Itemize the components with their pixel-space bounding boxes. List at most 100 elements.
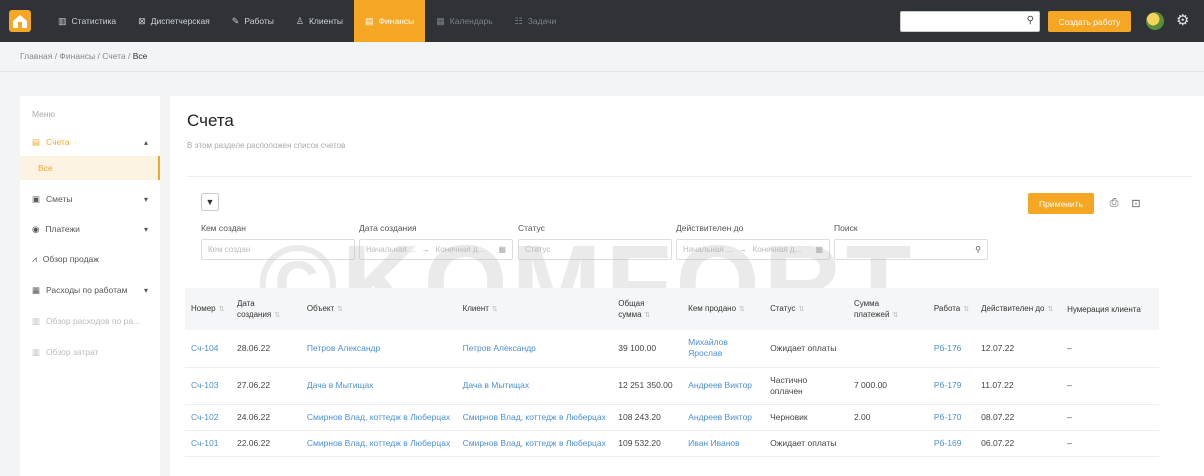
column-header[interactable]: Номер ⇅: [185, 288, 231, 330]
column-header[interactable]: Действителен до ⇅: [975, 288, 1062, 330]
table-cell: –: [1061, 330, 1159, 368]
global-search-input[interactable]: [901, 12, 1019, 31]
sidebar-item[interactable]: ⩘ Обзор продаж: [20, 247, 160, 271]
sidebar-item[interactable]: ▦ Расходы по работам ▾: [20, 278, 160, 302]
sort-icon[interactable]: ⇅: [274, 312, 280, 319]
nav-item-dispatch[interactable]: ⊠ Диспетчерская: [127, 0, 221, 42]
table-cell[interactable]: Рб-176: [927, 330, 976, 368]
global-search[interactable]: ⚲: [900, 11, 1040, 32]
table-cell[interactable]: Смирнов Влад, коттедж в Люберцах: [456, 430, 613, 457]
table-cell: –: [1061, 367, 1159, 405]
house-logo-icon[interactable]: [9, 10, 31, 32]
print-icon[interactable]: ⎙: [1105, 193, 1123, 213]
search-icon[interactable]: ⚲: [975, 245, 981, 254]
chevron-up-icon[interactable]: ▴: [144, 138, 148, 147]
created-date-start[interactable]: Начальная ...: [366, 245, 416, 254]
table-cell[interactable]: Смирнов Влад, коттедж в Люберцах: [300, 404, 457, 431]
status-select[interactable]: Статус: [518, 239, 672, 260]
sidebar-item[interactable]: ▣ Сметы ▾: [20, 187, 160, 211]
chevron-down-icon[interactable]: ▾: [144, 195, 148, 204]
column-header[interactable]: Дата создания ⇅: [230, 288, 301, 330]
calendar-icon[interactable]: ▦: [498, 245, 506, 254]
table-cell: 11.07.22: [975, 367, 1062, 405]
table-cell[interactable]: Сч-104: [185, 330, 231, 368]
column-header[interactable]: Работа ⇅: [927, 288, 976, 330]
sidebar-item[interactable]: ▤ Счета ▴: [20, 130, 160, 154]
nav-item-tasks[interactable]: ☷ Задачи: [504, 0, 568, 42]
table-row[interactable]: Сч-101 22.06.22 Смирнов Влад, коттедж в Лю…: [185, 430, 1159, 457]
table-cell[interactable]: Сч-102: [185, 404, 231, 431]
export-icon[interactable]: ⊡: [1127, 193, 1145, 213]
table-cell[interactable]: Рб-170: [927, 404, 976, 431]
column-header[interactable]: Кем продано ⇅: [682, 288, 765, 330]
column-header[interactable]: Статус ⇅: [764, 288, 848, 330]
column-header[interactable]: Сумма платежей ⇅: [847, 288, 928, 330]
sidebar-item[interactable]: ▥ Обзор затрат: [20, 340, 160, 364]
sort-icon[interactable]: ⇅: [645, 312, 651, 319]
created-date-range[interactable]: Начальная ... → Конечная д... ▦: [359, 239, 513, 260]
sidebar-item[interactable]: ◉ Платежи ▾: [20, 217, 160, 241]
table-row[interactable]: Сч-104 28.06.22 Петров Александр Петров Але…: [185, 330, 1159, 368]
valid-until-start[interactable]: Начальная ...: [683, 245, 733, 254]
table-cell[interactable]: Дача в Мытищах: [300, 367, 457, 405]
created-by-label: Кем создан: [201, 223, 246, 233]
table-row[interactable]: Сч-103 27.06.22 Дача в Мытищах Дача в Мытищ…: [185, 367, 1159, 405]
sort-icon[interactable]: ⇅: [492, 306, 498, 313]
table-cell[interactable]: Рб-169: [927, 430, 976, 457]
table-cell[interactable]: Андреев Виктор: [682, 367, 765, 405]
apply-button[interactable]: Применить: [1028, 193, 1094, 214]
invoice-icon: ▤: [32, 136, 41, 147]
sort-icon[interactable]: ⇅: [798, 306, 804, 313]
filter-icon[interactable]: ▼: [201, 193, 219, 211]
table-cell[interactable]: Сч-103: [185, 367, 231, 405]
arrow-right-icon: →: [738, 245, 747, 254]
breadcrumb-path[interactable]: Главная / Финансы / Счета /: [20, 51, 133, 61]
chevron-down-icon[interactable]: ▾: [144, 225, 148, 234]
column-header-label: Действителен до: [981, 304, 1045, 313]
sidebar-item-label: Расходы по работам: [46, 285, 128, 295]
table-cell[interactable]: Смирнов Влад, коттедж в Люберцах: [456, 404, 613, 431]
calendar-icon[interactable]: ▦: [815, 245, 823, 254]
table-cell[interactable]: Андреев Виктор: [682, 404, 765, 431]
sort-icon[interactable]: ⇅: [219, 306, 225, 313]
sidebar-item[interactable]: Все: [20, 156, 160, 180]
column-header[interactable]: Нумерация клиента: [1061, 288, 1159, 330]
sort-icon[interactable]: ⇅: [892, 312, 898, 319]
nav-item-calendar[interactable]: ▦ Календарь: [425, 0, 503, 42]
created-date-end[interactable]: Конечная д...: [436, 245, 485, 254]
sort-icon[interactable]: ⇅: [1048, 306, 1054, 313]
create-job-button[interactable]: Создать работу: [1048, 11, 1131, 32]
nav-item-wrench[interactable]: ✎ Работы: [221, 0, 285, 42]
dispatch-icon: ⊠: [138, 15, 146, 26]
column-header[interactable]: Объект ⇅: [300, 288, 457, 330]
table-row[interactable]: Сч-102 24.06.22 Смирнов Влад, коттедж в Лю…: [185, 404, 1159, 431]
table-cell[interactable]: Петров Александр: [300, 330, 457, 368]
search-field[interactable]: ⚲: [834, 239, 988, 260]
table-cell[interactable]: Рб-179: [927, 367, 976, 405]
column-header-label: Номер: [191, 304, 216, 313]
valid-until-end[interactable]: Конечная д...: [753, 245, 802, 254]
search-icon[interactable]: ⚲: [1027, 15, 1034, 26]
column-header[interactable]: Общая сумма ⇅: [612, 288, 683, 330]
table-cell[interactable]: Петров Александр: [456, 330, 613, 368]
chevron-down-icon[interactable]: ▾: [144, 286, 148, 295]
nav-item-bar-chart[interactable]: ▥ Статистика: [47, 0, 127, 42]
gear-icon[interactable]: ⚙: [1176, 11, 1189, 29]
avatar[interactable]: [1146, 12, 1164, 30]
table-cell[interactable]: Дача в Мытищах: [456, 367, 613, 405]
sort-icon[interactable]: ⇅: [739, 306, 745, 313]
nav-item-finance[interactable]: ▤ Финансы: [354, 0, 426, 42]
page-subtitle: В этом разделе расположен список счетов: [187, 141, 346, 150]
valid-until-range[interactable]: Начальная ... → Конечная д... ▦: [676, 239, 830, 260]
table-cell[interactable]: Смирнов Влад, коттедж в Люберцах: [300, 430, 457, 457]
nav-item-user[interactable]: ♙ Клиенты: [285, 0, 354, 42]
sidebar-item[interactable]: ▥ Обзор расходов по ра...: [20, 309, 160, 333]
table-cell[interactable]: Сч-101: [185, 430, 231, 457]
table-cell[interactable]: Иван Иванов: [682, 430, 765, 457]
table-cell[interactable]: Михайлов Ярослав: [682, 330, 765, 368]
created-by-field[interactable]: Кем создан: [201, 239, 355, 260]
column-header[interactable]: Клиент ⇅: [456, 288, 613, 330]
filter-search-input[interactable]: [841, 245, 965, 254]
sort-icon[interactable]: ⇅: [963, 306, 969, 313]
sort-icon[interactable]: ⇅: [337, 306, 343, 313]
